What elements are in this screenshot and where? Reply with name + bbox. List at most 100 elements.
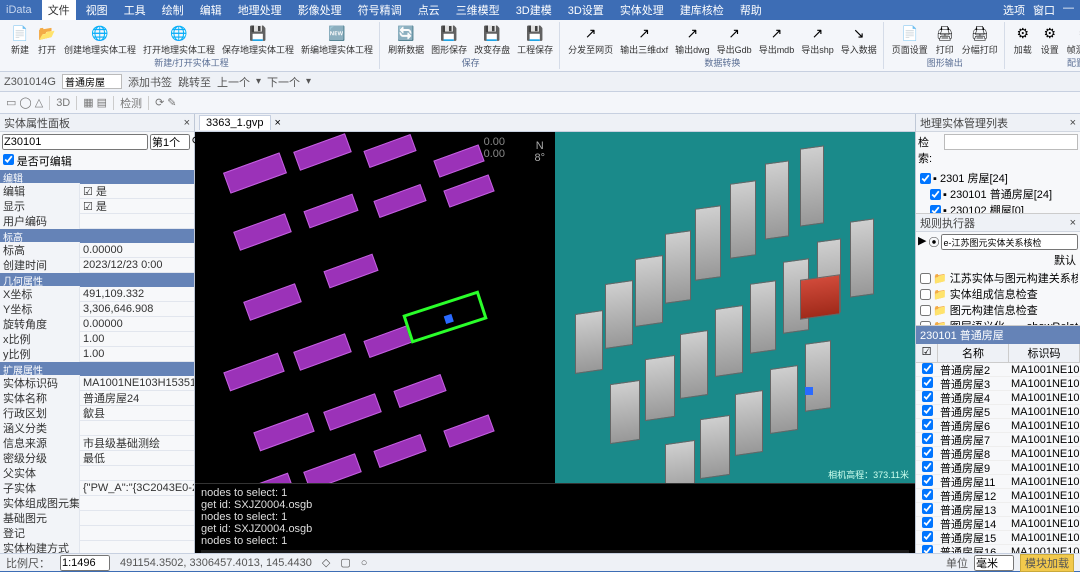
prop-value[interactable]: 歙县 — [80, 405, 194, 421]
menu-绘制[interactable]: 绘制 — [156, 0, 190, 20]
prop-value[interactable]: ☑ 是 — [80, 198, 194, 214]
building-3d[interactable] — [610, 380, 640, 444]
menu-文件[interactable]: 文件 — [42, 0, 76, 20]
menu-编辑[interactable]: 编辑 — [194, 0, 228, 20]
prop-value[interactable]: {"PW_A":"{3C2043E0-2897-... — [80, 482, 194, 494]
ribbon-导出shp[interactable]: ↗导出shp — [798, 22, 837, 57]
ribbon-打印[interactable]: 🖨打印 — [932, 22, 958, 57]
building-3d[interactable] — [805, 340, 831, 412]
building-3d[interactable] — [665, 230, 691, 304]
prop-value[interactable]: 3,306,646.908 — [80, 303, 194, 315]
close-icon[interactable]: × — [184, 117, 190, 129]
building-3d[interactable] — [730, 180, 756, 259]
close-icon[interactable]: × — [1070, 117, 1076, 129]
building-2d[interactable] — [233, 473, 294, 483]
tool-icon[interactable]: ✎ — [167, 96, 176, 109]
rule-item[interactable]: 📁 江苏实体与图元构建关系核查 — [918, 270, 1078, 286]
menu-三维模型[interactable]: 三维模型 — [450, 0, 506, 20]
building-3d[interactable] — [695, 205, 721, 281]
menu-点云[interactable]: 点云 — [412, 0, 446, 20]
building-3d[interactable] — [635, 255, 663, 327]
tool-icon[interactable]: ◯ — [19, 96, 31, 109]
scale-input[interactable] — [60, 555, 110, 571]
ribbon-打开[interactable]: 📂打开 — [34, 22, 60, 57]
ribbon-输出三维dxf[interactable]: ↗输出三维dxf — [617, 22, 671, 57]
prop-value[interactable]: ☑ 是 — [80, 183, 194, 199]
tree-node[interactable]: ▪ 2301 房屋[24] — [918, 170, 1078, 186]
ribbon-图形保存[interactable]: 💾图形保存 — [428, 22, 470, 57]
tool-icon[interactable]: ▤ — [97, 96, 107, 109]
play-icon[interactable]: ▶ — [918, 234, 926, 250]
tab-file[interactable]: 3363_1.gvp — [199, 115, 271, 130]
prop-value[interactable]: 市县级基础测绘 — [80, 435, 194, 451]
menu-影像处理[interactable]: 影像处理 — [292, 0, 348, 20]
index-combo[interactable] — [150, 134, 190, 150]
ribbon-导出mdb[interactable]: ↗导出mdb — [756, 22, 798, 57]
ribbon-新建[interactable]: 📄新建 — [7, 22, 33, 57]
ribbon-导入数据[interactable]: ↘导入数据 — [838, 22, 880, 57]
rules-combo[interactable] — [941, 234, 1078, 250]
ribbon-输出dwg[interactable]: ↗输出dwg — [672, 22, 713, 57]
building-2d[interactable] — [393, 374, 446, 408]
building-2d[interactable] — [293, 133, 352, 171]
mode3d-label[interactable]: 3D — [56, 97, 70, 109]
building-2d[interactable] — [223, 152, 287, 193]
viewport-3d[interactable]: 相机高程：373.11米 — [555, 132, 915, 483]
viewport-2d[interactable]: N8° 0.000.00 — [195, 132, 555, 483]
building-3d[interactable] — [700, 415, 730, 479]
ribbon-刷新数据[interactable]: 🔄刷新数据 — [385, 22, 427, 57]
building-2d[interactable] — [323, 393, 382, 431]
table-row[interactable]: 普通房屋16MA1001NE103H1535... — [916, 545, 1080, 553]
ribbon-保存地理实体工程[interactable]: 💾保存地理实体工程 — [219, 22, 297, 57]
menu-实体处理[interactable]: 实体处理 — [614, 0, 670, 20]
ribbon-页面设置[interactable]: 📄页面设置 — [889, 22, 931, 57]
options-link[interactable]: 选项 — [1003, 2, 1025, 18]
layer-combo[interactable] — [2, 134, 148, 150]
ribbon-改变存盘[interactable]: 💾改变存盘 — [471, 22, 513, 57]
prop-value[interactable]: 普通房屋24 — [80, 390, 194, 406]
tool-icon[interactable]: ▦ — [83, 96, 93, 109]
building-3d[interactable] — [750, 280, 776, 354]
menu-符号精调[interactable]: 符号精调 — [352, 0, 408, 20]
rule-item[interactable]: 📁 图层语义化——showRelationMap... — [918, 318, 1078, 326]
prop-value[interactable]: MA1001NE103H15351422... — [80, 377, 194, 389]
check-label[interactable]: 检测 — [120, 95, 142, 111]
building-2d[interactable] — [433, 144, 484, 177]
layer-name-input[interactable] — [62, 74, 122, 89]
tool-icon[interactable]: ⟳ — [155, 96, 164, 109]
menu-视图[interactable]: 视图 — [80, 0, 114, 20]
menu-建库核检[interactable]: 建库核检 — [674, 0, 730, 20]
building-2d[interactable] — [373, 184, 426, 218]
ribbon-打开地理实体工程[interactable]: 🌐打开地理实体工程 — [140, 22, 218, 57]
search-input[interactable] — [944, 134, 1078, 150]
snap-icon[interactable]: ◇ — [322, 556, 330, 569]
close-tab-icon[interactable]: × — [275, 117, 281, 129]
building-2d[interactable] — [233, 213, 292, 251]
ribbon-导出Gdb[interactable]: ↗导出Gdb — [714, 22, 755, 57]
building-2d[interactable] — [303, 194, 358, 229]
building-3d[interactable] — [800, 145, 824, 226]
prop-value[interactable]: 2023/12/23 0:00 — [80, 259, 194, 271]
building-3d[interactable] — [770, 365, 798, 434]
ribbon-创建地理实体工程[interactable]: 🌐创建地理实体工程 — [61, 22, 139, 57]
prop-value[interactable]: 0.00000 — [80, 318, 194, 330]
prev-button[interactable]: 上一个 — [217, 74, 250, 90]
prop-value[interactable]: 0.00000 — [80, 244, 194, 256]
building-2d[interactable] — [253, 413, 314, 452]
prop-value[interactable]: 最低 — [80, 450, 194, 466]
menu-工具[interactable]: 工具 — [118, 0, 152, 20]
building-3d[interactable] — [605, 280, 633, 349]
building-2d[interactable] — [243, 283, 302, 321]
unit-combo[interactable] — [974, 555, 1014, 571]
minimize-icon[interactable]: — — [1063, 2, 1074, 18]
tree-node[interactable]: ▪ 230101 普通房屋[24] — [918, 186, 1078, 202]
building-2d[interactable] — [293, 333, 352, 371]
editable-checkbox[interactable] — [3, 154, 14, 165]
ribbon-帧测设置[interactable]: ⚙帧测设置 — [1064, 22, 1080, 57]
building-2d[interactable] — [223, 353, 284, 392]
building-3d-selected[interactable] — [800, 274, 840, 320]
menu-帮助[interactable]: 帮助 — [734, 0, 768, 20]
tool-icon[interactable]: ▭ — [6, 96, 16, 109]
building-2d[interactable] — [323, 254, 378, 289]
ribbon-分发至网页[interactable]: ↗分发至网页 — [565, 22, 616, 57]
